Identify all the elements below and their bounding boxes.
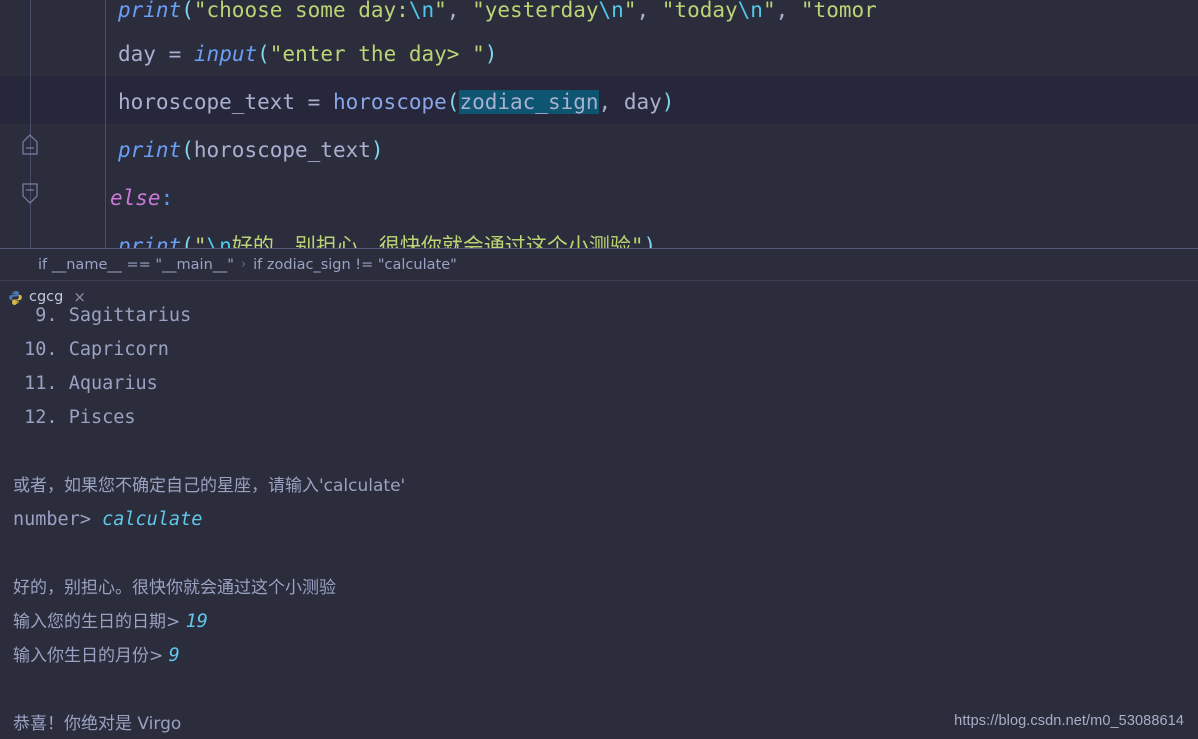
code-line[interactable]: print("choose some day:\n", "yesterday\n… [0,0,1198,34]
console-line-text: 输入你生日的月份> [13,646,169,666]
console-line-text: 或者，如果您不确定自己的星座，请输入'calculate' [13,476,406,496]
code-line-content: print("choose some day:\n", "yesterday\n… [118,0,877,22]
console-line: 好的，别担心。很快你就会通过这个小测验 [13,571,336,605]
console-line: 恭喜！你绝对是 Virgo [13,707,181,739]
console-user-input: 9 [168,645,180,666]
console-line-text: 输入您的生日的日期> [13,612,186,632]
run-tab-label: cgcg [29,289,64,305]
breadcrumb-separator-icon: › [240,257,247,272]
console-user-input: calculate [102,509,203,530]
selected-identifier[interactable]: zodiac_sign [459,90,599,114]
watermark-url: https://blog.csdn.net/m0_53088614 [954,713,1184,729]
console-line: 9. Sagittarius [13,305,191,333]
console-line-text: 10. Capricorn [13,339,169,360]
code-line[interactable]: day = input("enter the day> ") [0,30,1198,78]
code-line-content: day = input("enter the day> ") [118,42,498,66]
console-output-pane[interactable]: 9. Sagittarius 10. Capricorn 11. Aquariu… [0,305,1198,739]
code-line[interactable]: print("\n好的，别担心。很快你就会通过这个小测验") [0,222,1198,248]
console-line: 或者，如果您不确定自己的星座，请输入'calculate' [13,469,405,503]
code-line[interactable]: print(horoscope_text) [0,126,1198,174]
close-icon[interactable]: × [73,289,86,305]
code-line-content: else: [110,186,174,210]
code-line-current[interactable]: horoscope_text = horoscope(zodiac_sign, … [0,78,1198,126]
breadcrumb[interactable]: if __name__ == "__main__" › if zodiac_si… [0,248,1198,280]
code-line-content: print("\n好的，别担心。很快你就会通过这个小测验") [118,234,657,248]
code-line-content: print(horoscope_text) [118,138,384,162]
console-line: 12. Pisces [13,401,136,435]
console-line-text: 恭喜！你绝对是 Virgo [13,714,182,734]
console-line: 11. Aquarius [13,367,158,401]
console-user-input: 19 [185,611,208,632]
console-line-input: 输入您的生日的日期> 19 [13,605,208,639]
console-line-text: 11. Aquarius [13,373,158,394]
python-file-icon [8,290,23,305]
error-squiggle-underline [459,104,598,109]
breadcrumb-item-zodiac-condition[interactable]: if zodiac_sign != "calculate" [253,257,457,273]
code-line[interactable]: else: [0,174,1198,222]
console-line-input: 输入你生日的月份> 9 [13,639,180,673]
console-line-input: number> calculate [13,503,202,537]
code-line-content: horoscope_text = horoscope(zodiac_sign, … [0,78,674,126]
console-line-text: number> [13,509,103,530]
console-line-text: 好的，别担心。很快你就会通过这个小测验 [13,578,336,598]
console-line-text: 9. Sagittarius [13,305,192,326]
code-editor-pane[interactable]: print("choose some day:\n", "yesterday\n… [0,0,1198,248]
console-line-text: 12. Pisces [13,407,136,428]
breadcrumb-item-main-guard[interactable]: if __name__ == "__main__" [38,257,234,273]
console-line: 10. Capricorn [13,333,169,367]
